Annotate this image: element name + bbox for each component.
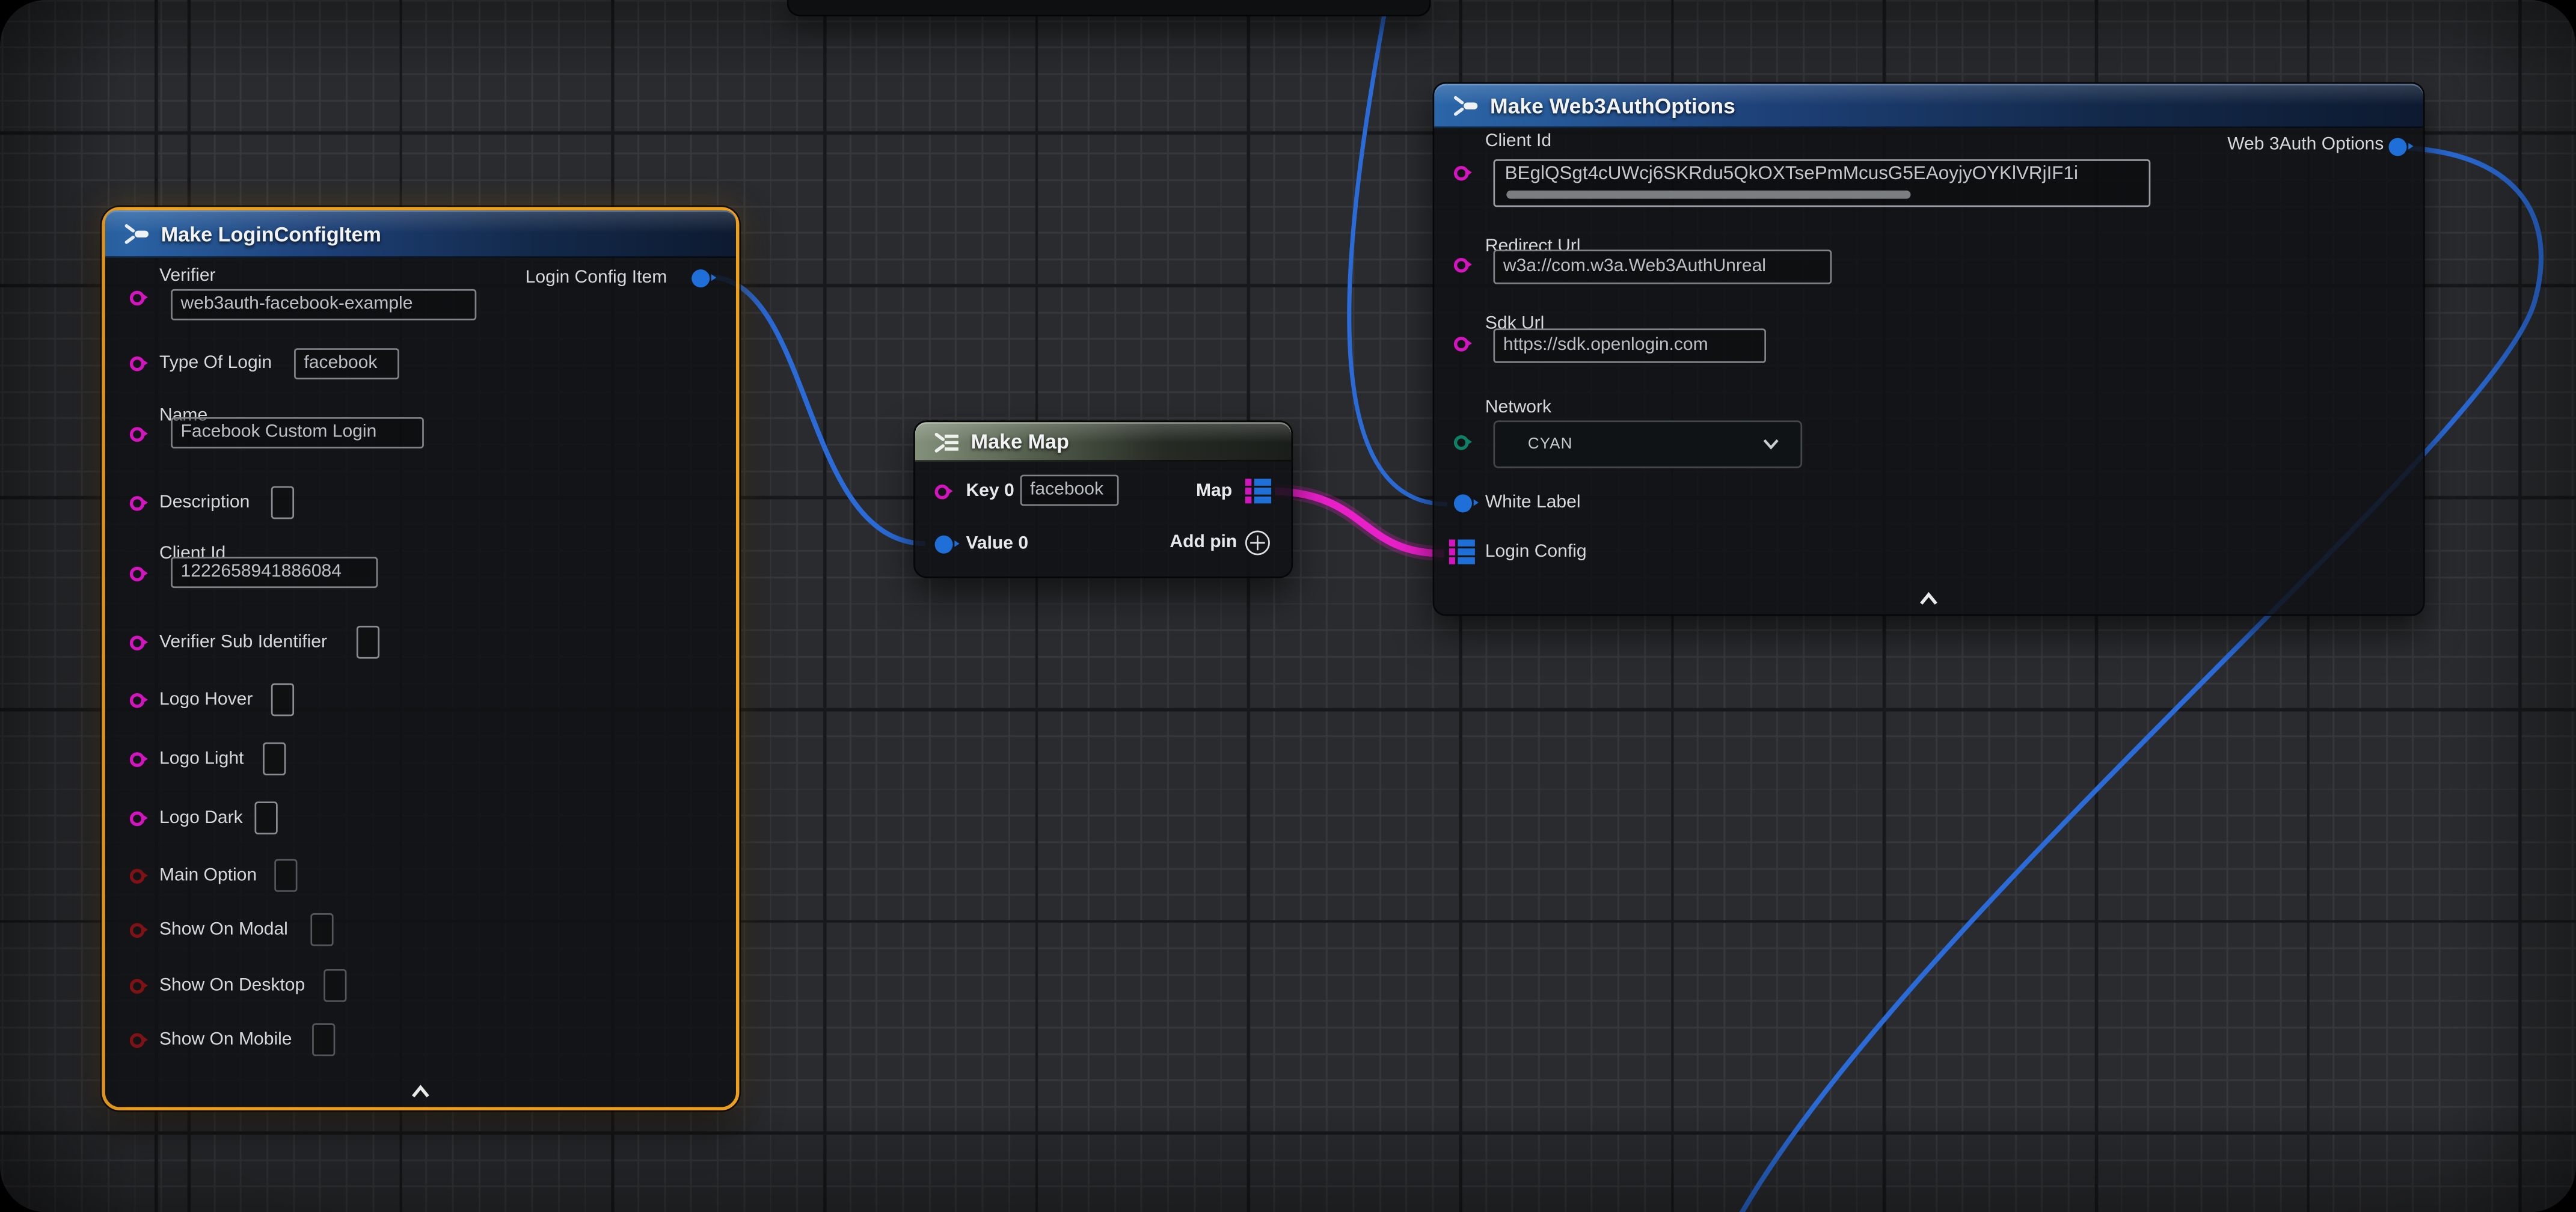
pin-label-show-on-modal: Show On Modal (159, 920, 288, 940)
pin-key0[interactable] (935, 484, 950, 499)
show-on-modal-checkbox[interactable] (310, 913, 333, 946)
redirect-url-input[interactable]: w3a://com.w3a.Web3AuthUnreal (1493, 249, 1832, 284)
collapse-node-button[interactable] (411, 1077, 431, 1107)
pin-login-config-item-out[interactable] (692, 269, 710, 287)
key0-input[interactable]: facebook (1020, 475, 1119, 506)
wire-login-config-item-to-value0[interactable] (710, 277, 925, 543)
pin-main-option[interactable] (130, 869, 145, 884)
pin-label-network: Network (1485, 397, 1551, 417)
node-title: Make Map (971, 430, 1069, 453)
add-pin-label: Add pin (1170, 532, 1237, 552)
pin-show-on-modal[interactable] (130, 923, 145, 938)
pin-label-web3auth-options-out: Web 3Auth Options (2227, 135, 2384, 155)
pin-label-login-config-item: Login Config Item (526, 267, 667, 287)
pin-label-verifier-sub-identifier: Verifier Sub Identifier (159, 632, 327, 652)
pin-type-of-login[interactable] (130, 357, 145, 372)
pin-label-show-on-desktop: Show On Desktop (159, 976, 305, 996)
chevron-up-icon (1919, 592, 1939, 607)
pin-web3auth-options-out[interactable] (2388, 137, 2406, 155)
pin-show-on-mobile[interactable] (130, 1033, 145, 1048)
chevron-up-icon (411, 1084, 431, 1099)
pin-verifier[interactable] (130, 291, 145, 306)
make-map-icon (933, 431, 960, 453)
pin-sdk-url[interactable] (1454, 337, 1469, 352)
pin-label-logo-dark: Logo Dark (159, 808, 243, 828)
pin-label-type-of-login: Type Of Login (159, 353, 272, 373)
make-struct-icon (123, 224, 150, 245)
chevron-down-icon (1763, 438, 1779, 450)
pin-network[interactable] (1454, 435, 1469, 450)
verifier-sub-identifier-input[interactable] (357, 626, 379, 659)
pin-label-key0: Key 0 (966, 482, 1014, 501)
show-on-mobile-checkbox[interactable] (312, 1023, 335, 1056)
pin-description[interactable] (130, 496, 145, 511)
pin-value0[interactable] (934, 536, 952, 554)
logo-hover-input[interactable] (271, 684, 294, 717)
pin-label-map-out: Map (1196, 482, 1232, 501)
node-title: Make LoginConfigItem (161, 222, 381, 245)
pin-label-client-id: Client Id (1485, 132, 1551, 152)
pin-client-id[interactable] (1454, 166, 1469, 181)
pin-label-verifier: Verifier (159, 266, 216, 286)
pin-logo-hover[interactable] (130, 693, 145, 708)
pin-logo-light[interactable] (130, 752, 145, 767)
client-id-input[interactable]: 1222658941886084 (171, 557, 378, 588)
show-on-desktop-checkbox[interactable] (324, 969, 346, 1002)
node-offscreen-top[interactable] (787, 0, 1431, 16)
main-option-checkbox[interactable] (274, 859, 297, 892)
pin-redirect-url[interactable] (1454, 258, 1469, 273)
name-input[interactable]: Facebook Custom Login (171, 417, 424, 448)
pin-label-logo-light: Logo Light (159, 749, 244, 769)
pin-label-show-on-mobile: Show On Mobile (159, 1030, 292, 1050)
node-header[interactable]: Make LoginConfigItem (105, 210, 736, 258)
pin-label-login-config: Login Config (1485, 542, 1587, 562)
node-header[interactable]: Make Map (915, 422, 1292, 462)
node-make-web3authoptions[interactable]: Make Web3AuthOptions Client Id BEglQSgt4… (1432, 82, 2424, 616)
pin-label-white-label: White Label (1485, 493, 1581, 513)
logo-dark-input[interactable] (254, 801, 277, 834)
pin-map-out[interactable] (1245, 478, 1272, 504)
node-header[interactable]: Make Web3AuthOptions (1434, 84, 2423, 128)
node-make-map[interactable]: Make Map Key 0 facebook Map Value 0 Add … (913, 420, 1293, 578)
network-dropdown[interactable]: CYAN (1493, 420, 1802, 468)
pin-label-description: Description (159, 493, 250, 513)
pin-label-logo-hover: Logo Hover (159, 690, 253, 709)
pin-show-on-desktop[interactable] (130, 979, 145, 994)
node-make-loginconfigitem[interactable]: Make LoginConfigItem Verifier web3auth-f… (102, 207, 739, 1110)
client-id-input[interactable]: BEglQSgt4cUWcj6SKRdu5QkOXTsePmMcusG5EAoy… (1493, 159, 2150, 206)
pin-white-label[interactable] (1453, 494, 1471, 512)
pin-name[interactable] (130, 427, 145, 442)
pin-label-main-option: Main Option (159, 866, 257, 886)
verifier-input[interactable]: web3auth-facebook-example (171, 288, 476, 319)
network-selected-value: CYAN (1528, 422, 1573, 467)
client-id-scrollbar[interactable] (1506, 191, 1910, 199)
make-struct-icon (1452, 95, 1479, 117)
add-pin-button[interactable] (1245, 530, 1270, 555)
pin-label-value0: Value 0 (966, 534, 1028, 554)
logo-light-input[interactable] (263, 742, 286, 776)
pin-logo-dark[interactable] (130, 812, 145, 827)
pin-client-id[interactable] (130, 567, 145, 582)
node-title: Make Web3AuthOptions (1490, 94, 1735, 118)
pin-login-config[interactable] (1449, 539, 1476, 565)
collapse-node-button[interactable] (1919, 585, 1939, 614)
description-input[interactable] (271, 486, 294, 519)
blueprint-graph-canvas[interactable]: Make LoginConfigItem Verifier web3auth-f… (0, 0, 2576, 1212)
type-of-login-input[interactable]: facebook (294, 347, 399, 379)
sdk-url-input[interactable]: https://sdk.openlogin.com (1493, 328, 1766, 363)
pin-verifier-sub-identifier[interactable] (130, 635, 145, 650)
